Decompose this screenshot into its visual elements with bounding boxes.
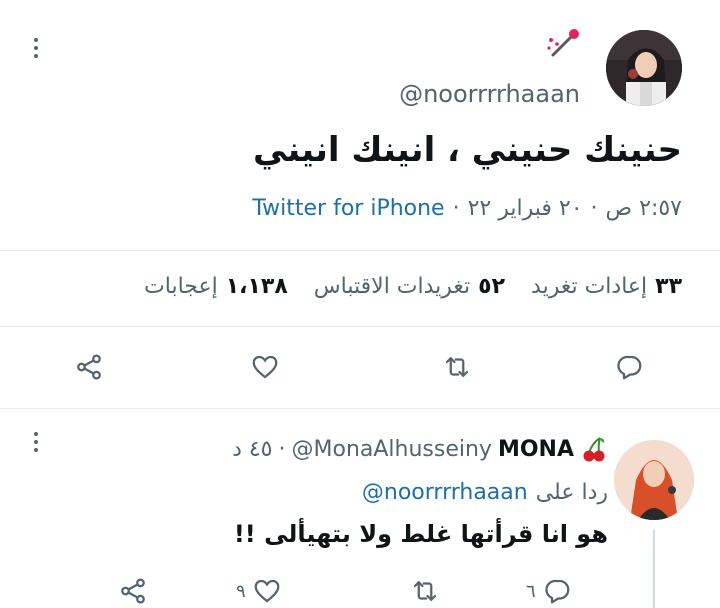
tweet-time[interactable]: ٢:٥٧ ص [606,196,682,221]
likes-count: ١،١٣٨ [225,274,288,299]
retweet-button[interactable] [440,350,474,384]
quotes-count: ٥٢ [478,274,506,299]
reply-author-handle[interactable]: @MonaAlhusseiny [292,437,492,462]
tweet-date[interactable]: ٢٠ فبراير ٢٢ [468,196,583,221]
heart-icon [252,355,278,379]
meta-separator: · [452,196,460,221]
heart-icon [254,579,280,603]
retweets-count: ٣٣ [655,274,682,299]
reply-share-button[interactable] [116,574,150,608]
reply-header: MONA @MonaAlhusseiny · ٤٥ د [232,435,608,463]
reply-icon [617,355,642,380]
reply-reply-count: ٦ [526,580,536,602]
reply-reply-button[interactable]: ٦ [526,574,572,608]
retweet-icon [445,357,469,377]
like-button[interactable] [248,350,282,384]
author-avatar[interactable] [606,30,682,106]
cherry-emoji-icon [583,437,605,462]
tweet-source-link[interactable]: Twitter for iPhone [252,196,444,221]
thread-line [653,530,655,608]
divider [0,408,720,409]
replying-to: ردا على @noorrrrhaaan [362,480,608,505]
tweet-stats: ٣٣ إعادات تغريد ٥٢ تغريدات الاقتباس ١،١٣… [144,274,682,299]
share-icon [121,578,145,604]
reply-more-options-icon[interactable] [33,432,39,452]
retweet-icon [413,581,437,601]
likes-stat[interactable]: ١،١٣٨ إعجابات [144,274,288,299]
replying-to-handle[interactable]: @noorrrrhaaan [362,480,528,505]
reply-button[interactable] [612,350,646,384]
reply-like-button[interactable]: ٩ [236,574,282,608]
reply-separator: · [278,436,286,462]
reply-icon [545,579,570,604]
quotes-label: تغريدات الاقتباس [313,274,471,299]
author-avatar-image [606,30,682,106]
tweet-text: حنينك حنيني ، انينك انيني [252,130,682,170]
meta-separator: · [590,196,598,221]
reply-text: هو انا قرأتها غلط ولا بتهيألى !! [233,520,608,548]
reply-author-name[interactable]: MONA [498,437,574,462]
likes-label: إعجابات [144,274,218,299]
sparkle-wand-icon [547,29,579,57]
quotes-stat[interactable]: ٥٢ تغريدات الاقتباس [314,274,505,299]
reply-retweet-button[interactable] [408,574,442,608]
reply-like-count: ٩ [236,580,246,602]
share-icon [77,354,101,380]
divider [0,250,720,251]
reply-author-avatar[interactable] [614,440,694,520]
retweets-stat[interactable]: ٣٣ إعادات تغريد [531,274,682,299]
more-options-icon[interactable] [33,38,39,58]
replying-prefix: ردا على [535,480,608,505]
divider [0,326,720,327]
retweets-label: إعادات تغريد [531,274,648,299]
reply-avatar-image [614,440,694,520]
tweet-meta: ٢:٥٧ ص · ٢٠ فبراير ٢٢ · Twitter for iPho… [252,196,682,221]
reply-time[interactable]: ٤٥ د [232,437,272,462]
share-button[interactable] [72,350,106,384]
author-handle[interactable]: @noorrrrhaaan [399,80,580,108]
